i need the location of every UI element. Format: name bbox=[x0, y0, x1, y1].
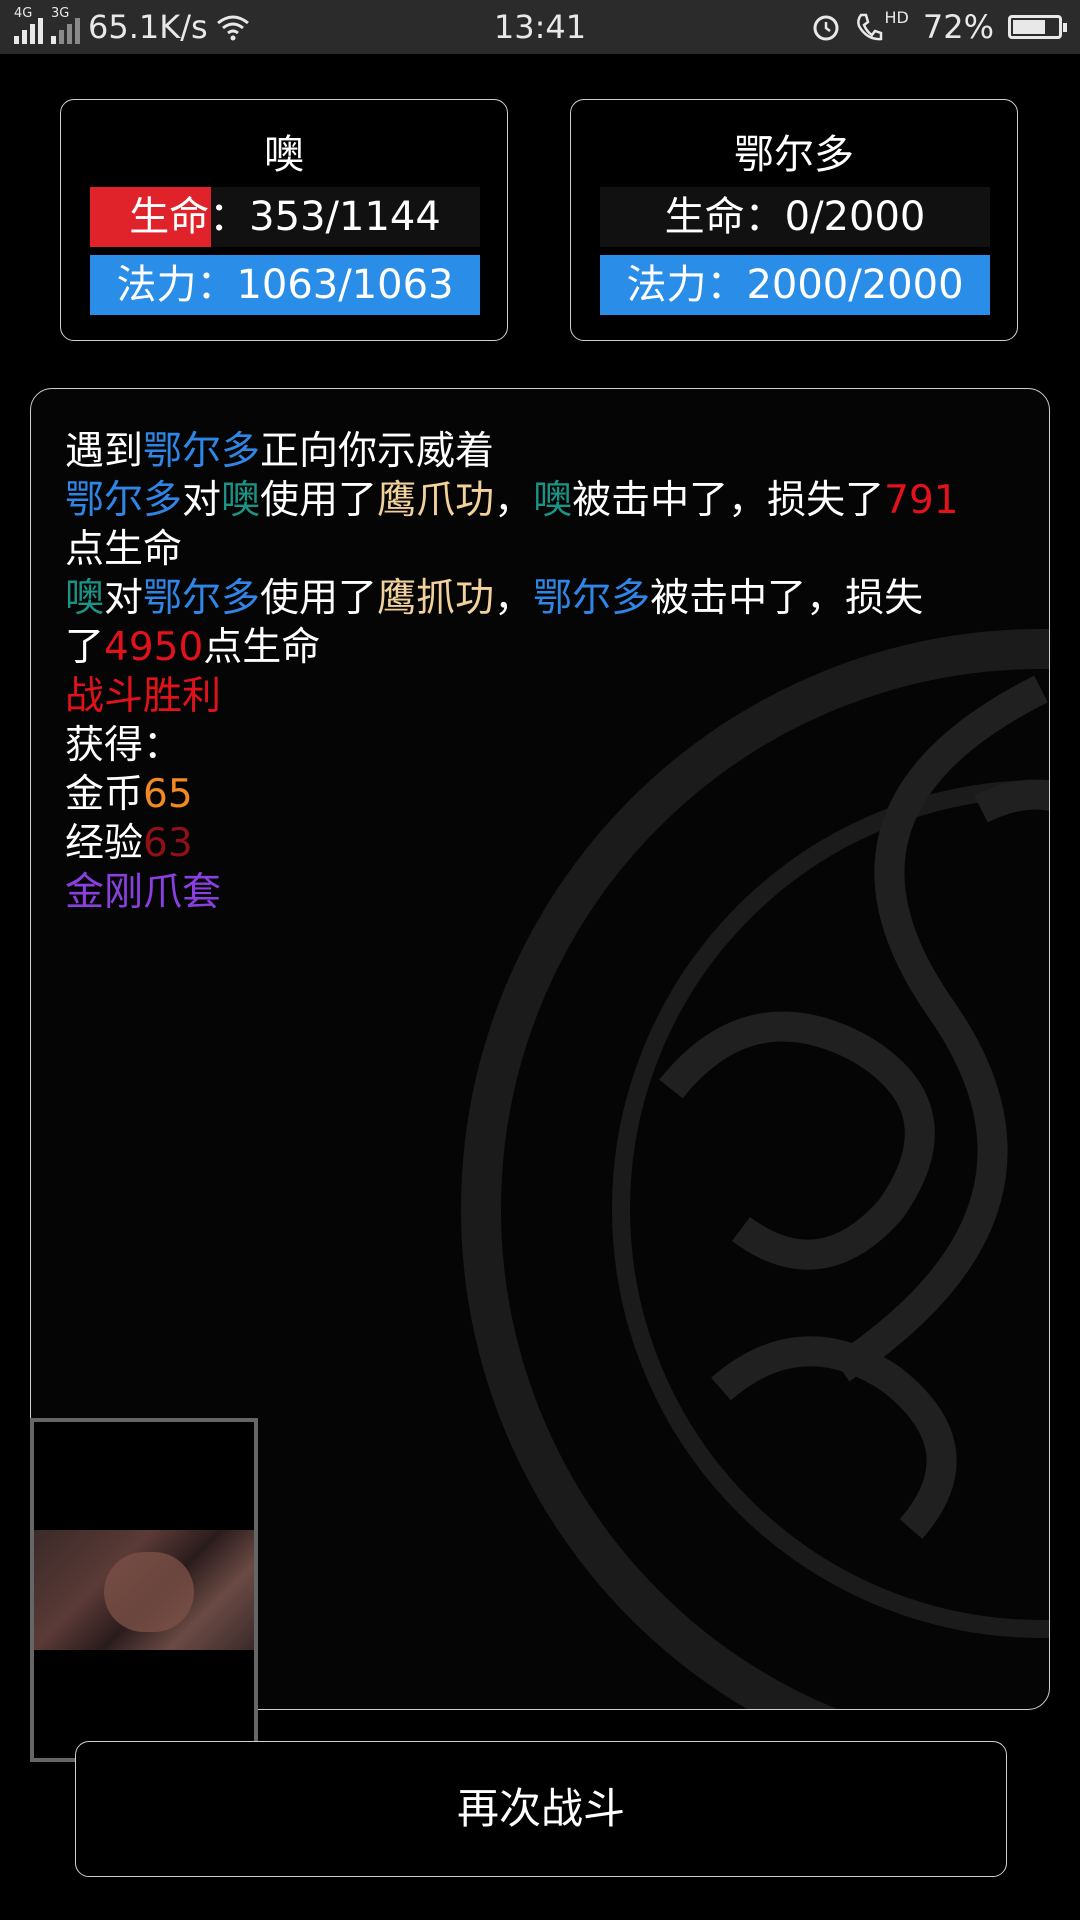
fight-again-button[interactable]: 再次战斗 bbox=[75, 1741, 1007, 1877]
player-hp-bar: 生命：353/1144 bbox=[90, 187, 480, 247]
player-name-text: 噢 bbox=[221, 478, 261, 523]
log-text: 了 bbox=[65, 625, 105, 670]
exp-value: 63 bbox=[143, 821, 193, 866]
floating-video-window[interactable] bbox=[30, 1418, 258, 1762]
gold-value: 65 bbox=[143, 772, 193, 817]
video-person-image bbox=[104, 1552, 194, 1632]
enemy-name: 鄂尔多 bbox=[734, 132, 854, 178]
player-name: 噢 bbox=[264, 132, 304, 178]
log-lines: 遇到鄂尔多正向你示威着 鄂尔多对噢使用了鹰爪功，噢被击中了，损失了791 点生命… bbox=[65, 427, 1045, 917]
log-text: 正向你示威着 bbox=[260, 429, 495, 474]
reward-item[interactable]: 金刚爪套 bbox=[65, 868, 1045, 917]
enemy-name-text: 鄂尔多 bbox=[533, 576, 651, 621]
alarm-icon bbox=[813, 15, 839, 41]
enemy-hp-label: 生命：0/2000 bbox=[664, 194, 926, 240]
enemy-panel: 鄂尔多 生命：0/2000 法力：2000/2000 bbox=[570, 99, 1018, 341]
enemy-name-text: 鄂尔多 bbox=[143, 576, 261, 621]
player-mp-bar: 法力：1063/1063 bbox=[90, 255, 480, 315]
victory-text: 战斗胜利 bbox=[65, 674, 222, 719]
player-panel: 噢 生命：353/1144 法力：1063/1063 bbox=[60, 99, 508, 341]
log-text: 使用了 bbox=[260, 478, 378, 523]
reward-gold: 金币65 bbox=[65, 770, 1045, 819]
reward-label: 金币 bbox=[65, 772, 144, 817]
call-hd: HD bbox=[855, 8, 909, 42]
log-text: 遇到 bbox=[65, 429, 144, 474]
log-text: 被击中了，损失了 bbox=[572, 478, 885, 523]
player-mp-label: 法力：1063/1063 bbox=[116, 262, 454, 308]
damage-value: 791 bbox=[884, 478, 959, 523]
log-text: ， bbox=[494, 478, 534, 523]
log-text: 被击中了，损失 bbox=[650, 576, 924, 621]
log-line: 噢对鄂尔多使用了鹰抓功，鄂尔多被击中了，损失 bbox=[65, 574, 1045, 623]
enemy-mp-label: 法力：2000/2000 bbox=[626, 262, 964, 308]
log-text: 点生命 bbox=[203, 625, 321, 670]
enemy-name-text: 鄂尔多 bbox=[143, 429, 261, 474]
enemy-hp-bar: 生命：0/2000 bbox=[600, 187, 990, 247]
reward-exp: 经验63 bbox=[65, 819, 1045, 868]
enemy-name-text: 鄂尔多 bbox=[65, 478, 183, 523]
reward-label: 经验 bbox=[65, 821, 144, 866]
enemy-mp-bar: 法力：2000/2000 bbox=[600, 255, 990, 315]
battery-icon bbox=[1008, 15, 1067, 39]
player-name-text: 噢 bbox=[533, 478, 573, 523]
battery-percent: 72% bbox=[922, 8, 994, 46]
player-name-text: 噢 bbox=[65, 576, 105, 621]
log-line: 了4950点生命 bbox=[65, 623, 1045, 672]
damage-value: 4950 bbox=[104, 625, 204, 670]
log-text: 使用了 bbox=[260, 576, 378, 621]
skill-name-text: 鹰爪功 bbox=[377, 478, 495, 523]
log-text: 点生命 bbox=[65, 527, 183, 572]
log-text: 对 bbox=[182, 478, 222, 523]
log-line: 点生命 bbox=[65, 525, 1045, 574]
log-line: 鄂尔多对噢使用了鹰爪功，噢被击中了，损失了791 bbox=[65, 476, 1045, 525]
log-line: 遇到鄂尔多正向你示威着 bbox=[65, 427, 1045, 476]
rewards-heading: 获得： bbox=[65, 723, 183, 768]
skill-name-text: 鹰抓功 bbox=[377, 576, 495, 621]
status-right: HD 72% bbox=[811, 8, 1067, 46]
log-text: ， bbox=[494, 576, 534, 621]
hd-label: HD bbox=[884, 7, 909, 27]
phone-icon bbox=[856, 13, 882, 41]
log-text: 对 bbox=[104, 576, 144, 621]
player-hp-label: 生命：353/1144 bbox=[129, 194, 441, 240]
status-bar: 4G 3G 65.1K/s 13:41 HD 72% bbox=[0, 0, 1080, 54]
